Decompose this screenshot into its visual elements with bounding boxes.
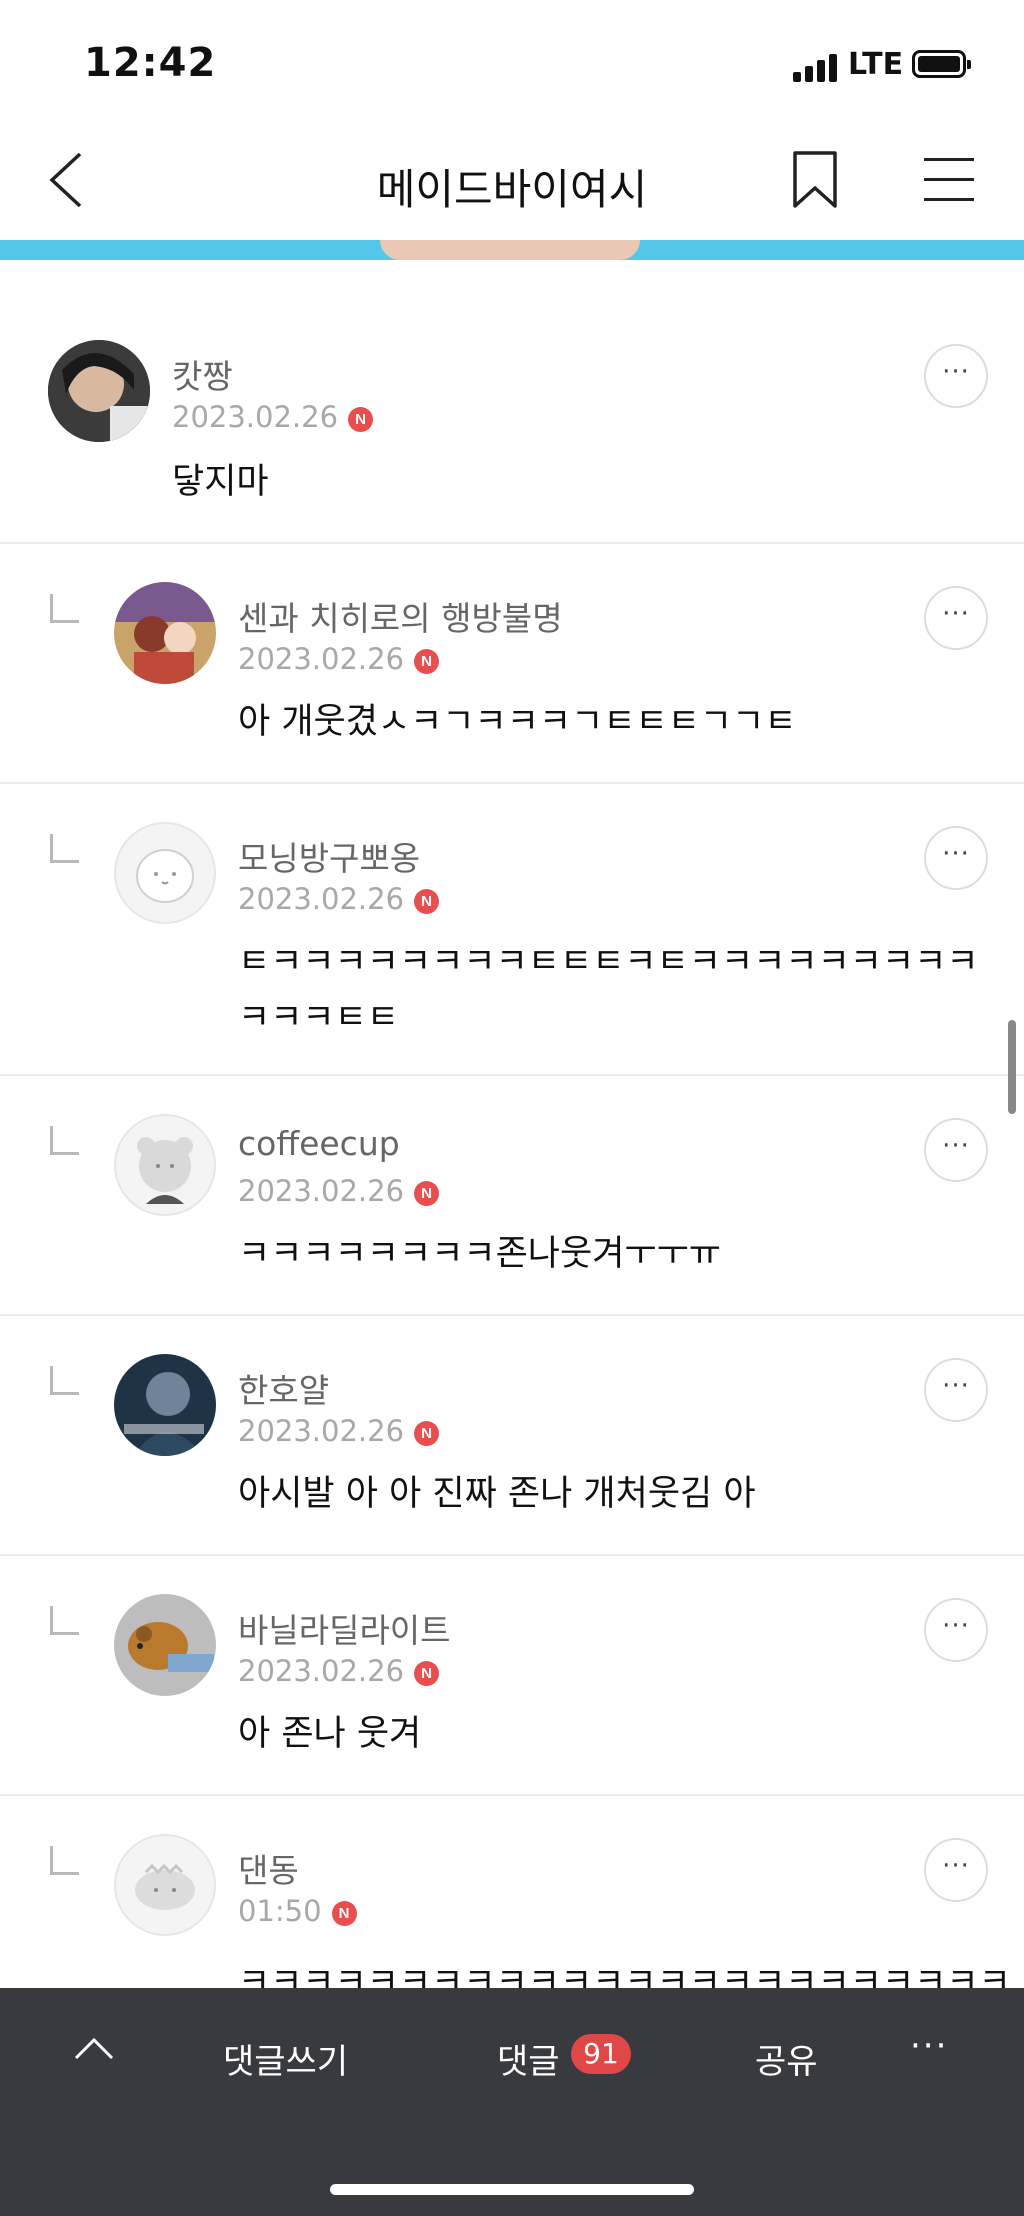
comment-text: 아 존나 웃겨 — [238, 1714, 422, 1754]
comment-item: 모닝방구뽀옹 2023.02.26 N ㅌㅋㅋㅋㅋㅋㅋㅋㅋㅌㅌㅌㅋㅌㅋㅋㅋㅋㅋㅋㅋ… — [0, 782, 1024, 1076]
reply-icon — [50, 834, 79, 863]
comment-nickname[interactable]: coffeecup — [238, 1124, 400, 1163]
page-title: 메이드바이여시 — [376, 165, 648, 214]
new-badge: N — [414, 1421, 440, 1446]
new-badge: N — [414, 1181, 440, 1206]
default-profile-icon — [135, 1863, 195, 1910]
comment-nickname[interactable]: 댄동 — [238, 1844, 299, 1892]
menu-button[interactable] — [924, 154, 980, 206]
status-bar: 12:42 LTE — [0, 0, 1024, 120]
comment-nickname[interactable]: 캇짱 — [172, 350, 233, 398]
default-profile-icon — [137, 1137, 193, 1204]
bookmark-button[interactable] — [788, 150, 842, 210]
comment-item: 캇짱 2023.02.26 N 닿지마 ··· — [0, 260, 1024, 544]
new-badge: N — [348, 407, 374, 432]
avatar — [114, 1834, 216, 1936]
reply-icon — [50, 1606, 79, 1635]
comment-date: 2023.02.26 N — [238, 1654, 440, 1688]
signal-icon — [793, 52, 839, 82]
avatar — [114, 1594, 216, 1696]
comment-date: 2023.02.26 N — [238, 882, 440, 916]
new-badge: N — [414, 1661, 440, 1686]
comment-date: 2023.02.26 N — [238, 642, 440, 676]
status-time: 12:42 — [84, 40, 217, 86]
comment-nickname[interactable]: 센과 치히로의 행방불명 — [238, 592, 563, 640]
bookmark-icon — [793, 151, 837, 208]
comments-button[interactable]: 댓글 — [497, 2034, 560, 2083]
default-profile-icon — [136, 849, 194, 903]
comment-more-button[interactable]: ··· — [924, 1838, 988, 1902]
avatar — [114, 1354, 216, 1456]
comment-text: 아시발 아 아 진짜 존나 개처웃김 아 — [238, 1474, 756, 1514]
comment-item: coffeecup 2023.02.26 N ㅋㅋㅋㅋㅋㅋㅋㅋ존나웃겨ㅜㅜㅠ ··… — [0, 1074, 1024, 1316]
comment-text: 닿지마 — [172, 462, 269, 502]
nav-bar: 메이드바이여시 — [0, 120, 1024, 240]
comment-more-button[interactable]: ··· — [924, 826, 988, 890]
new-badge: N — [414, 889, 440, 914]
reply-icon — [50, 1846, 79, 1875]
scroll-top-button[interactable] — [72, 2026, 116, 2070]
home-indicator — [330, 2184, 694, 2195]
avatar — [114, 582, 216, 684]
comment-more-button[interactable]: ··· — [924, 1118, 988, 1182]
post-image-strip — [0, 240, 1024, 260]
comment-more-button[interactable]: ··· — [924, 1358, 988, 1422]
avatar — [114, 822, 216, 924]
scrollbar-thumb[interactable] — [1008, 1020, 1016, 1114]
comment-item: 한호얄 2023.02.26 N 아시발 아 아 진짜 존나 개처웃김 아 ··· — [0, 1314, 1024, 1556]
chevron-up-icon — [74, 2037, 114, 2060]
comment-text: ㅋㅋㅋㅋㅋㅋㅋㅋ존나웃겨ㅜㅜㅠ — [238, 1234, 722, 1274]
comment-date: 2023.02.26 N — [238, 1174, 440, 1208]
more-options-button[interactable]: ··· — [910, 2026, 948, 2066]
comment-text: ㅌㅋㅋㅋㅋㅋㅋㅋㅋㅌㅌㅌㅋㅌㅋㅋㅋㅋㅋㅋㅋㅋㅋ — [238, 942, 979, 982]
comment-count-badge: 91 — [571, 2034, 631, 2074]
comment-item: 센과 치히로의 행방불명 2023.02.26 N 아 개웃겼ㅅㅋㄱㅋㅋㅋㄱㅌㅌㅌ… — [0, 542, 1024, 784]
comment-nickname[interactable]: 모닝방구뽀옹 — [238, 832, 420, 880]
reply-icon — [50, 1366, 79, 1395]
comment-nickname[interactable]: 바닐라딜라이트 — [238, 1604, 451, 1652]
avatar — [114, 1114, 216, 1216]
new-badge: N — [331, 1901, 357, 1926]
comment-item: 바닐라딜라이트 2023.02.26 N 아 존나 웃겨 ··· — [0, 1554, 1024, 1796]
hamburger-icon — [924, 158, 974, 161]
comment-more-button[interactable]: ··· — [924, 586, 988, 650]
bottom-action-bar: 댓글쓰기 댓글 91 공유 ··· — [0, 1988, 1024, 2216]
new-badge: N — [414, 649, 440, 674]
comment-text: 아 개웃겼ㅅㅋㄱㅋㅋㅋㄱㅌㅌㅌㄱㄱㅌ — [238, 702, 797, 742]
comment-date: 2023.02.26 N — [172, 400, 374, 434]
comment-date: 2023.02.26 N — [238, 1414, 440, 1448]
share-button[interactable]: 공유 — [755, 2034, 818, 2083]
reply-icon — [50, 1126, 79, 1155]
avatar — [48, 340, 150, 442]
reply-icon — [50, 594, 79, 623]
network-label: LTE — [848, 47, 904, 82]
comment-text-continued: ㅋㅋㅋㅌㅌ — [238, 998, 400, 1038]
comment-more-button[interactable]: ··· — [924, 344, 988, 408]
comment-nickname[interactable]: 한호얄 — [238, 1364, 329, 1412]
comment-more-button[interactable]: ··· — [924, 1598, 988, 1662]
comment-date: 01:50 N — [238, 1894, 357, 1928]
write-comment-button[interactable]: 댓글쓰기 — [223, 2034, 348, 2083]
battery-icon — [912, 50, 971, 78]
